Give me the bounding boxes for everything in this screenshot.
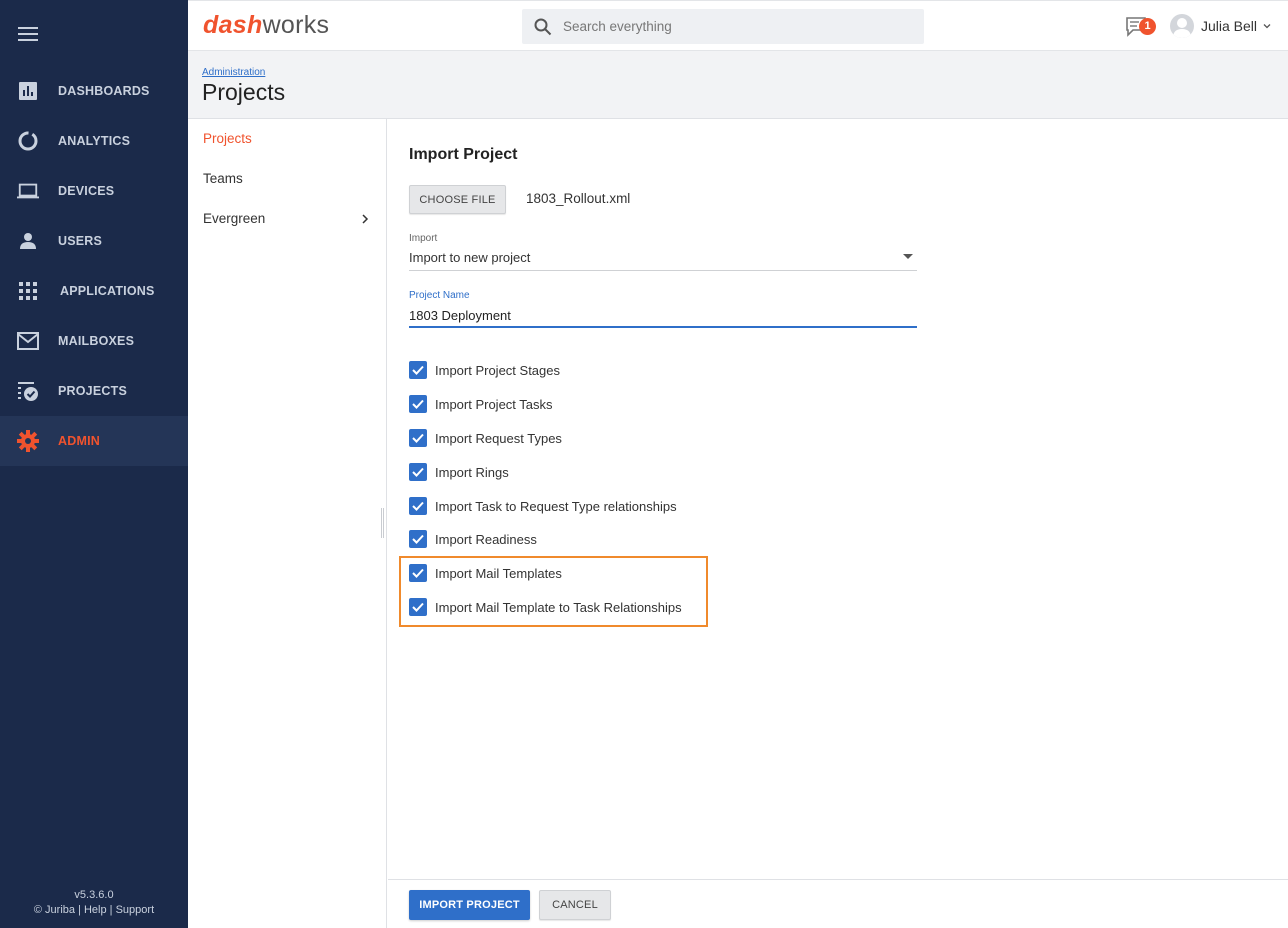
subnav-item-label: Evergreen	[203, 211, 266, 226]
top-bar: dashworks 1 Julia Bell	[188, 0, 1288, 51]
checkbox-label: Import Readiness	[435, 531, 537, 547]
support-link[interactable]: Support	[116, 904, 155, 916]
subnav-item-projects[interactable]: Projects	[203, 131, 373, 146]
checkbox-import-readiness[interactable]: Import Readiness	[409, 529, 537, 549]
user-name: Julia Bell	[1201, 18, 1258, 34]
checkbox-label: Import Project Tasks	[435, 396, 553, 412]
chevron-down-icon	[1263, 24, 1271, 29]
sidebar-item-mailboxes[interactable]: MAILBOXES	[0, 316, 188, 366]
sidebar-item-devices[interactable]: DEVICES	[0, 166, 188, 216]
version-label: v5.3.6.0	[74, 889, 114, 901]
checkbox-checked-icon[interactable]	[409, 463, 427, 481]
notification-badge: 1	[1139, 18, 1156, 35]
subnav-item-teams[interactable]: Teams	[203, 171, 373, 186]
sidebar-item-admin[interactable]: ADMIN	[0, 416, 188, 466]
checkbox-checked-icon[interactable]	[409, 429, 427, 447]
import-select[interactable]: Import to new project	[409, 247, 917, 271]
checkbox-checked-icon[interactable]	[409, 361, 427, 379]
checkbox-import-mail-templates[interactable]: Import Mail Templates	[409, 563, 562, 583]
project-name-input[interactable]	[409, 305, 917, 328]
checkbox-checked-icon[interactable]	[409, 564, 427, 582]
page-header: Administration Projects	[188, 51, 1288, 119]
avatar	[1170, 14, 1194, 38]
project-name-label: Project Name	[409, 290, 470, 301]
person-icon	[17, 230, 39, 252]
checkbox-checked-icon[interactable]	[409, 530, 427, 548]
sidebar-item-users[interactable]: USERS	[0, 216, 188, 266]
choose-file-button[interactable]: CHOOSE FILE	[409, 185, 506, 214]
checkbox-import-task-request-type-relationships[interactable]: Import Task to Request Type relationship…	[409, 496, 677, 516]
copyright-text: © Juriba	[33, 904, 75, 916]
cancel-button[interactable]: CANCEL	[539, 890, 611, 920]
donut-icon	[17, 130, 39, 152]
import-select-value: Import to new project	[409, 250, 531, 265]
checkbox-checked-icon[interactable]	[409, 497, 427, 515]
checkbox-import-mail-template-task-relationships[interactable]: Import Mail Template to Task Relationshi…	[409, 597, 682, 617]
sidebar-footer: v5.3.6.0 © Juriba | Help | Support	[0, 888, 188, 918]
checkbox-label: Import Project Stages	[435, 362, 560, 378]
checkbox-label: Import Mail Templates	[435, 565, 562, 581]
import-label: Import	[409, 233, 438, 244]
sidebar-item-applications[interactable]: APPLICATIONS	[0, 266, 188, 316]
checkbox-import-request-types[interactable]: Import Request Types	[409, 428, 562, 448]
import-project-button[interactable]: IMPORT PROJECT	[409, 890, 530, 920]
import-project-form: Import Project CHOOSE FILE 1803_Rollout.…	[388, 119, 1288, 879]
checkbox-label: Import Mail Template to Task Relationshi…	[435, 599, 682, 615]
admin-subnav: Projects Teams Evergreen	[188, 119, 387, 928]
resize-handle[interactable]	[381, 508, 384, 538]
help-link[interactable]: Help	[84, 904, 107, 916]
sidebar-item-label: MAILBOXES	[58, 334, 135, 348]
subnav-item-evergreen[interactable]: Evergreen	[203, 211, 373, 226]
mail-icon	[17, 330, 39, 352]
dashworks-logo[interactable]: dashworks	[203, 11, 329, 40]
checkbox-label: Import Rings	[435, 464, 509, 480]
grid-icon	[17, 280, 39, 302]
breadcrumb[interactable]: Administration	[202, 67, 265, 78]
sidebar-item-label: ADMIN	[58, 434, 100, 448]
section-title: Import Project	[409, 146, 518, 163]
bar-chart-icon	[17, 80, 39, 102]
hamburger-menu-icon[interactable]	[18, 27, 38, 43]
form-actions: IMPORT PROJECT CANCEL	[388, 879, 1288, 928]
sidebar-item-label: USERS	[58, 234, 103, 248]
gear-icon	[17, 430, 39, 452]
sidebar-item-projects[interactable]: PROJECTS	[0, 366, 188, 416]
sidebar-item-label: PROJECTS	[58, 384, 127, 398]
user-menu[interactable]: Julia Bell	[1170, 14, 1271, 38]
search-box[interactable]	[522, 9, 924, 44]
sidebar: DASHBOARDS ANALYTICS DEVICES USERS APPLI…	[0, 0, 188, 928]
checkbox-label: Import Request Types	[435, 430, 562, 446]
sidebar-item-label: ANALYTICS	[58, 134, 131, 148]
checkbox-import-project-stages[interactable]: Import Project Stages	[409, 360, 560, 380]
page-title: Projects	[202, 79, 286, 105]
sidebar-item-analytics[interactable]: ANALYTICS	[0, 116, 188, 166]
search-input[interactable]	[563, 19, 893, 34]
search-icon	[534, 18, 552, 35]
project-icon	[17, 380, 39, 402]
sidebar-item-label: DEVICES	[58, 184, 115, 198]
file-name: 1803_Rollout.xml	[526, 191, 631, 206]
sidebar-item-label: APPLICATIONS	[60, 284, 155, 298]
separator: |	[109, 904, 113, 916]
checkbox-label: Import Task to Request Type relationship…	[435, 498, 677, 514]
caret-down-icon	[903, 254, 913, 259]
sidebar-item-label: DASHBOARDS	[58, 84, 150, 98]
laptop-icon	[17, 180, 39, 202]
notifications-button[interactable]: 1	[1125, 15, 1159, 39]
checkbox-import-project-tasks[interactable]: Import Project Tasks	[409, 394, 553, 414]
checkbox-checked-icon[interactable]	[409, 598, 427, 616]
chevron-right-icon	[362, 214, 369, 224]
checkbox-import-rings[interactable]: Import Rings	[409, 462, 509, 482]
separator: |	[78, 904, 81, 916]
sidebar-item-dashboards[interactable]: DASHBOARDS	[0, 66, 188, 116]
checkbox-checked-icon[interactable]	[409, 395, 427, 413]
